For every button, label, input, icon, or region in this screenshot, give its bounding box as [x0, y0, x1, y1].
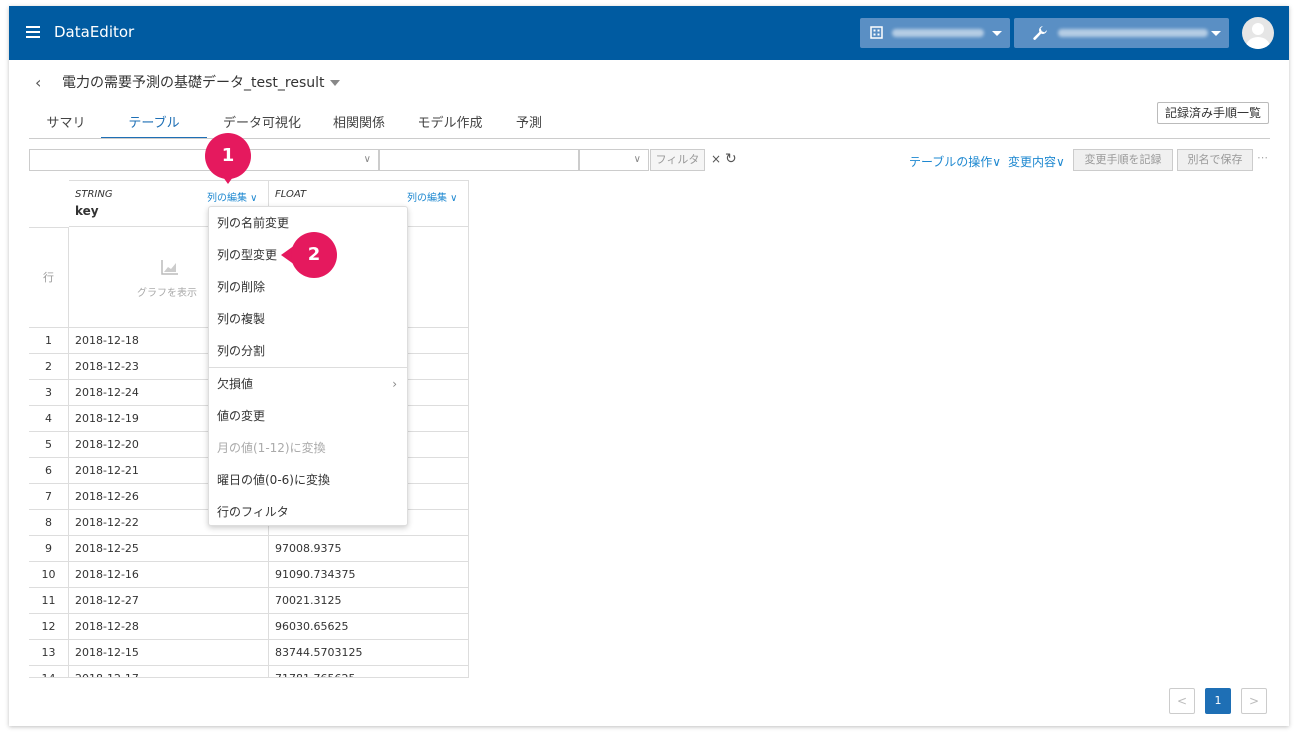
- menu-item-duplicate[interactable]: 列の複製: [209, 303, 407, 335]
- menu-item-label: 欠損値: [217, 377, 254, 391]
- column-edit-link[interactable]: 列の編集 ∨: [207, 189, 258, 204]
- cell-value: 96030.65625: [269, 614, 469, 640]
- chevron-down-icon: ∨: [633, 154, 641, 165]
- row-number: 9: [29, 536, 69, 562]
- back-icon[interactable]: ‹: [35, 73, 41, 92]
- changes-menu[interactable]: 変更内容∨: [1008, 153, 1065, 170]
- menu-item-change-values[interactable]: 値の変更: [209, 400, 407, 432]
- dataset-title-text: 電力の需要予測の基礎データ_test_result: [62, 75, 325, 91]
- cell-key: 2018-12-17: [69, 666, 269, 678]
- cell-value: 71781.765625: [269, 666, 469, 678]
- menu-item-to-weekday[interactable]: 曜日の値(0-6)に変換: [209, 464, 407, 496]
- row-number: 10: [29, 562, 69, 588]
- callout-badge-2: 2: [291, 232, 337, 278]
- cell-value: 83744.5703125: [269, 640, 469, 666]
- row-number: 13: [29, 640, 69, 666]
- row-number: 1: [29, 328, 69, 354]
- cell-key: 2018-12-27: [69, 588, 269, 614]
- column-edit-link[interactable]: 列の編集 ∨: [407, 189, 458, 204]
- tab-correlation[interactable]: 相関関係: [317, 106, 401, 139]
- row-number: 8: [29, 510, 69, 536]
- column-name: key: [75, 204, 99, 218]
- building-icon: [870, 26, 883, 39]
- cell-key: 2018-12-16: [69, 562, 269, 588]
- app-title: DataEditor: [54, 23, 135, 41]
- row-header-label: 行: [29, 227, 69, 328]
- menu-item-row-filter[interactable]: 行のフィルタ: [209, 496, 407, 528]
- row-number: 6: [29, 458, 69, 484]
- more-icon[interactable]: ⋯: [1257, 151, 1268, 164]
- menu-item-missing-values[interactable]: 欠損値 ›: [209, 368, 407, 400]
- tab-prediction[interactable]: 予測: [499, 106, 559, 139]
- table-operations-menu[interactable]: テーブルの操作∨: [909, 153, 1001, 170]
- cell-value: 91090.734375: [269, 562, 469, 588]
- cell-key: 2018-12-25: [69, 536, 269, 562]
- filter-column-select[interactable]: ∨: [29, 149, 379, 171]
- filter-operator-select[interactable]: ∨: [579, 149, 649, 171]
- recorded-steps-button[interactable]: 記録済み手順一覧: [1157, 102, 1269, 124]
- clear-icon[interactable]: ×: [711, 152, 721, 166]
- pagination-current-page[interactable]: 1: [1205, 688, 1231, 714]
- cell-value: 97008.9375: [269, 536, 469, 562]
- row-number: 2: [29, 354, 69, 380]
- cell-key: 2018-12-28: [69, 614, 269, 640]
- organization-select[interactable]: [860, 18, 1010, 48]
- tab-summary[interactable]: サマリ: [33, 106, 99, 139]
- chart-icon: [161, 260, 178, 275]
- top-bar: DataEditor: [9, 6, 1289, 60]
- chevron-right-icon: ›: [392, 377, 397, 391]
- app-window: DataEditor ‹ 電力の需要予測の基礎データ_test_result サ…: [9, 6, 1289, 726]
- row-number: 7: [29, 484, 69, 510]
- wrench-icon: [1033, 26, 1047, 40]
- row-number: 12: [29, 614, 69, 640]
- menu-icon[interactable]: [26, 26, 40, 38]
- refresh-icon[interactable]: ↻: [725, 151, 737, 167]
- menu-item-to-month: 月の値(1-12)に変換: [217, 441, 326, 455]
- dataset-title[interactable]: 電力の需要予測の基礎データ_test_result: [62, 72, 340, 92]
- row-number: 14: [29, 666, 69, 678]
- column-type: FLOAT: [275, 189, 307, 200]
- tab-table[interactable]: テーブル: [101, 106, 207, 139]
- show-graph-link[interactable]: グラフを表示: [137, 284, 197, 299]
- menu-item-split[interactable]: 列の分割: [209, 335, 407, 367]
- tab-model[interactable]: モデル作成: [401, 106, 499, 139]
- chevron-down-icon: [992, 31, 1002, 36]
- pagination-next-button[interactable]: >: [1241, 688, 1267, 714]
- row-number: 3: [29, 380, 69, 406]
- filter-value-input[interactable]: [379, 149, 579, 171]
- save-as-button[interactable]: 別名で保存: [1177, 149, 1253, 171]
- cell-value: 70021.3125: [269, 588, 469, 614]
- row-number: 4: [29, 406, 69, 432]
- record-steps-button[interactable]: 変更手順を記録: [1073, 149, 1173, 171]
- column-type: STRING: [75, 189, 113, 200]
- row-number: 11: [29, 588, 69, 614]
- callout-badge-1: 1: [205, 133, 251, 179]
- caret-down-icon: [329, 80, 340, 86]
- chevron-down-icon: ∨: [363, 154, 371, 165]
- pagination-prev-button[interactable]: <: [1169, 688, 1195, 714]
- chevron-down-icon: [1211, 31, 1221, 36]
- filter-button[interactable]: フィルタ: [650, 149, 705, 171]
- project-select[interactable]: [1014, 18, 1229, 48]
- cell-key: 2018-12-15: [69, 640, 269, 666]
- row-number: 5: [29, 432, 69, 458]
- avatar[interactable]: [1242, 17, 1274, 49]
